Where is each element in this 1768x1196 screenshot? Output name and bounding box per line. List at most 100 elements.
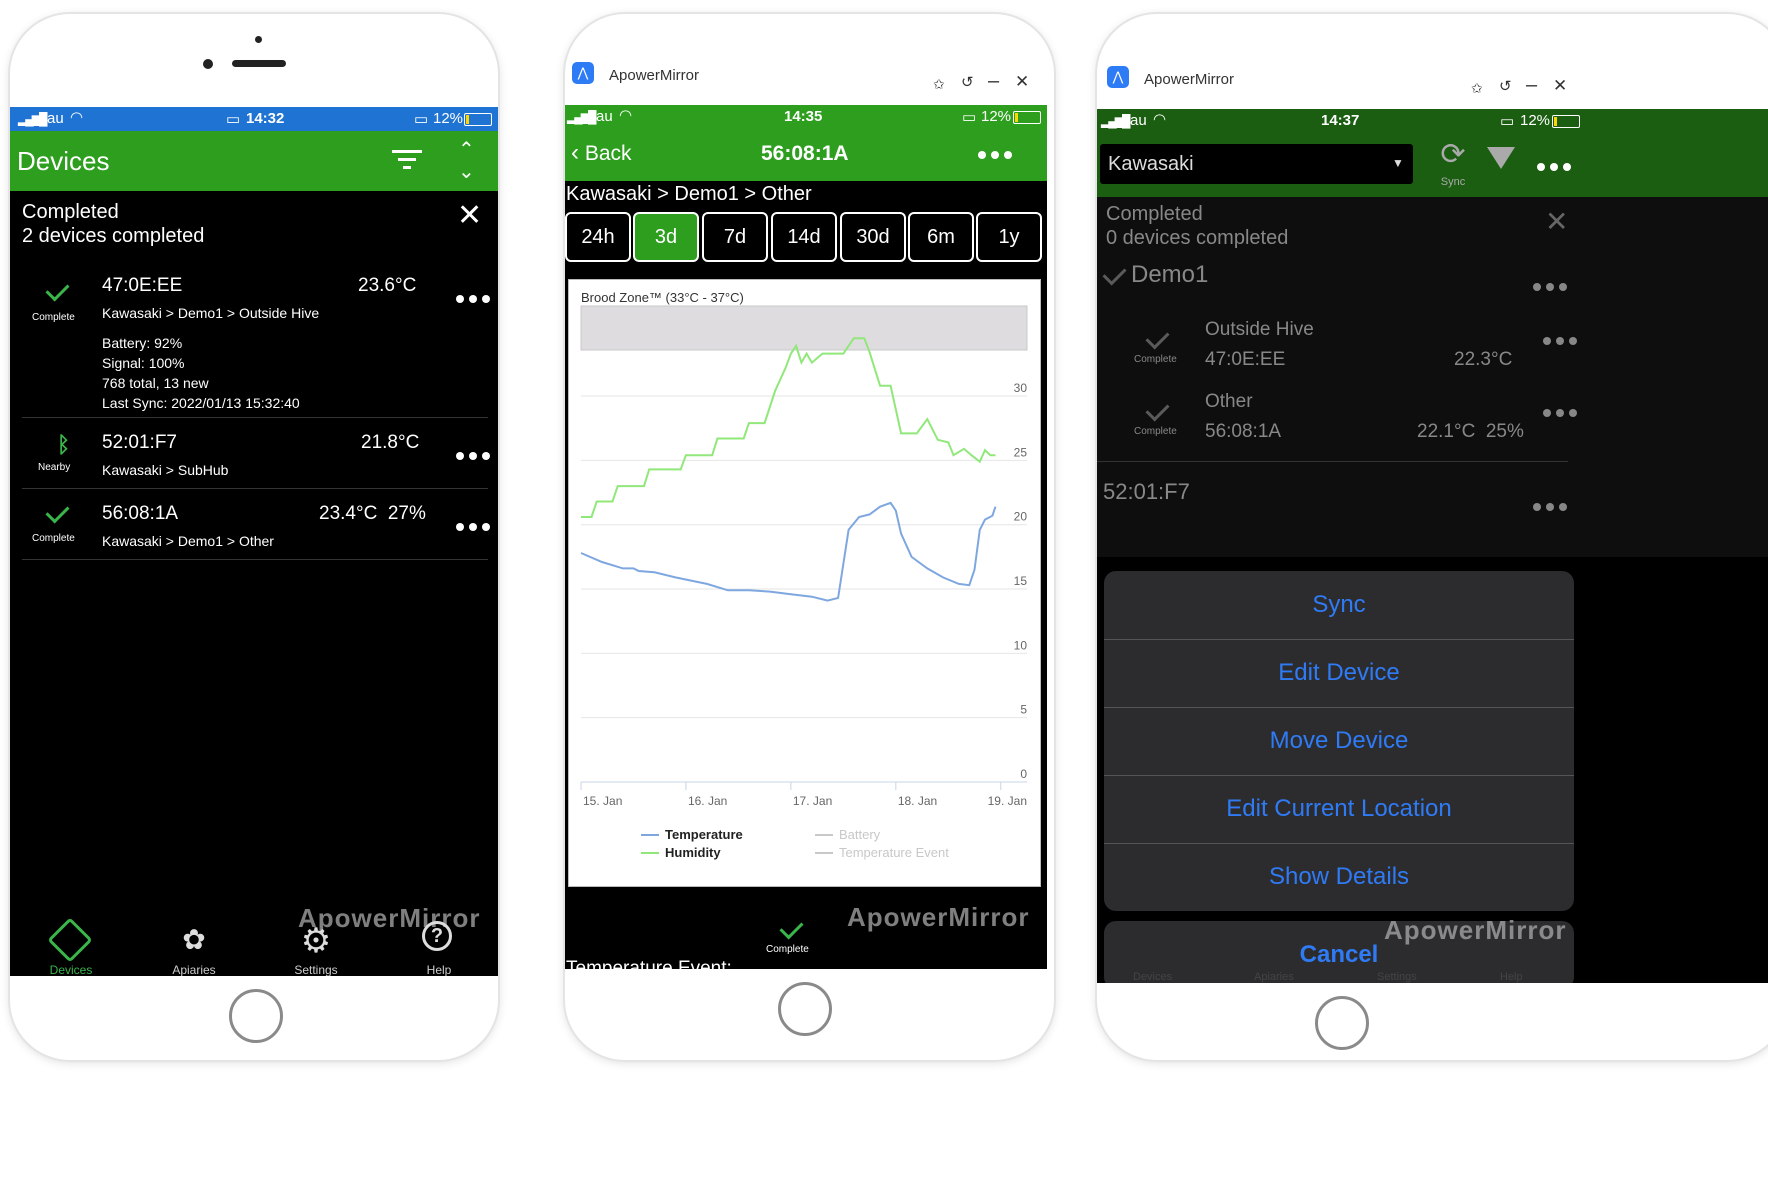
apiaries-icon: ✿ bbox=[182, 924, 206, 955]
sync-button[interactable]: ⟳ Sync bbox=[1433, 137, 1473, 193]
tab-settings[interactable]: ⚙ Settings bbox=[275, 919, 357, 976]
series-line-temperature bbox=[580, 501, 997, 602]
gear-icon: ⚙ bbox=[300, 922, 332, 960]
close-window-icon[interactable]: ✕ bbox=[1553, 76, 1567, 96]
location-select[interactable]: Kawasaki ▼ bbox=[1100, 144, 1413, 184]
check-icon bbox=[1145, 397, 1170, 422]
device-reading: 23.4°C 27% bbox=[319, 503, 426, 524]
tab-label: Help bbox=[1500, 971, 1523, 983]
clock: 14:37 bbox=[1321, 112, 1360, 129]
camera-dot bbox=[203, 59, 213, 69]
sort-icon[interactable]: ⌃ ⌄ bbox=[458, 139, 475, 183]
header-bar: Kawasaki ▼ ⟳ Sync bbox=[1097, 133, 1768, 197]
list-item[interactable]: ᛒ Nearby 52:01:F7 21.8°C Kawasaki > SubH… bbox=[22, 418, 490, 489]
check-icon bbox=[1102, 261, 1127, 286]
device-id: 47:0E:EE bbox=[1205, 349, 1286, 370]
chevron-down-icon: ▼ bbox=[1392, 156, 1404, 170]
watermark: ApowerMirror bbox=[1384, 915, 1567, 945]
device-reading: 22.1°C 25% bbox=[1417, 421, 1524, 442]
signal-icon: ▂▄▆█ bbox=[1101, 114, 1131, 128]
phone-device-chart: ⋀ ApowerMirror ✩ ↺ – ✕ ▂▄▆█ au ◠ 14:35 ▭… bbox=[565, 14, 1054, 1060]
range-tab-24h[interactable]: 24h bbox=[565, 212, 631, 262]
bluetooth-icon: ᛒ bbox=[57, 432, 71, 457]
more-icon[interactable] bbox=[1533, 283, 1567, 291]
minimize-icon[interactable]: – bbox=[988, 70, 999, 93]
range-tab-14d[interactable]: 14d bbox=[771, 212, 837, 262]
filter-icon[interactable] bbox=[1487, 147, 1515, 169]
banner-subtitle: 0 devices completed bbox=[1106, 227, 1289, 249]
action-label: Sync bbox=[1312, 591, 1366, 618]
range-tab-7d[interactable]: 7d bbox=[702, 212, 768, 262]
range-tab-30d[interactable]: 30d bbox=[840, 212, 906, 262]
close-window-icon[interactable]: ✕ bbox=[1015, 72, 1029, 92]
sensor-dot bbox=[255, 36, 262, 43]
more-icon[interactable] bbox=[1537, 163, 1571, 171]
back-label: Back bbox=[584, 142, 632, 165]
breadcrumb: Kawasaki > Demo1 > Other bbox=[566, 183, 812, 205]
status-label: Complete bbox=[1134, 354, 1177, 365]
phone-device-actions: ⋀ ApowerMirror ✩ ↺ – ✕ ▂▄▆█ au ◠ 14:37 ▭… bbox=[1097, 14, 1768, 1060]
list-item[interactable]: Complete 56:08:1A 23.4°C 27% Kawasaki > … bbox=[22, 489, 490, 560]
close-icon[interactable]: ✕ bbox=[1545, 205, 1568, 238]
more-icon[interactable] bbox=[1533, 503, 1567, 511]
tab-apiaries[interactable]: ✿ Apiaries bbox=[153, 919, 235, 976]
range-tab-6m[interactable]: 6m bbox=[908, 212, 974, 262]
nav-bar: ‹ Back 56:08:1A bbox=[565, 129, 1047, 181]
rotate-icon[interactable]: ↺ bbox=[961, 73, 974, 91]
apowermirror-logo-icon: ⋀ bbox=[572, 62, 594, 84]
ungrouped-device-id: 52:01:F7 bbox=[1103, 479, 1190, 504]
more-icon[interactable] bbox=[1543, 409, 1577, 417]
series-lines bbox=[580, 337, 997, 602]
pin-icon[interactable]: ✩ bbox=[933, 76, 945, 93]
range-tab-1y[interactable]: 1y bbox=[976, 212, 1042, 262]
back-button[interactable]: ‹ Back bbox=[571, 139, 632, 167]
phone-devices-list: ▂▄▆█ au ◠ ▭ 14:32 ▭ 12% Devices ⌃ ⌄ Compl… bbox=[10, 14, 498, 1060]
y-tick-label: 10 bbox=[1014, 638, 1028, 652]
more-icon[interactable] bbox=[456, 452, 490, 460]
mirror-titlebar: ⋀ ApowerMirror ✩ ↺ – ✕ bbox=[1097, 62, 1768, 110]
action-edit-device[interactable]: Edit Device bbox=[1104, 639, 1574, 708]
minimize-icon[interactable]: – bbox=[1526, 74, 1537, 97]
status-label: Nearby bbox=[38, 462, 71, 473]
list-item[interactable]: Complete Outside Hive 47:0E:EE 22.3°C bbox=[1097, 317, 1577, 389]
device-reading: 23.6°C bbox=[358, 275, 417, 296]
home-button[interactable] bbox=[778, 982, 832, 1036]
wifi-icon: ◠ bbox=[619, 107, 633, 124]
signal-icon: ▂▄▆█ bbox=[567, 110, 597, 124]
tab-help[interactable]: ? Help bbox=[398, 919, 480, 976]
action-show-details[interactable]: Show Details bbox=[1104, 843, 1574, 911]
more-icon[interactable] bbox=[978, 151, 1012, 159]
more-icon[interactable] bbox=[456, 523, 490, 531]
pin-icon[interactable]: ✩ bbox=[1471, 80, 1483, 97]
cancel-label: Cancel bbox=[1299, 941, 1379, 968]
legend-label: Temperature Event bbox=[839, 845, 949, 860]
range-label: 14d bbox=[787, 225, 821, 248]
legend: Temperature Humidity Battery Temperature Ev… bbox=[641, 827, 949, 860]
window-title: ApowerMirror bbox=[609, 67, 700, 84]
more-icon[interactable] bbox=[1543, 337, 1577, 345]
action-move-device[interactable]: Move Device bbox=[1104, 707, 1574, 776]
close-icon[interactable]: ✕ bbox=[457, 201, 482, 231]
more-icon[interactable] bbox=[456, 295, 490, 303]
action-sync[interactable]: Sync bbox=[1104, 571, 1574, 640]
range-tab-3d[interactable]: 3d bbox=[633, 212, 699, 262]
window-title: ApowerMirror bbox=[1144, 71, 1235, 88]
action-edit-current-location[interactable]: Edit Current Location bbox=[1104, 775, 1574, 844]
tab-devices[interactable]: Devices bbox=[30, 917, 112, 976]
rotate-icon[interactable]: ↺ bbox=[1499, 77, 1512, 95]
clock: 14:32 bbox=[246, 110, 285, 127]
home-button[interactable] bbox=[229, 989, 283, 1043]
apowermirror-logo-icon: ⋀ bbox=[1107, 66, 1129, 88]
list-item[interactable]: Complete Other 56:08:1A 22.1°C 25% bbox=[1097, 389, 1577, 462]
home-button[interactable] bbox=[1315, 996, 1369, 1050]
tab-label: Apiaries bbox=[1254, 971, 1294, 983]
tab-label: Devices bbox=[1133, 971, 1173, 983]
wifi-icon: ◠ bbox=[1153, 111, 1167, 128]
screen-mirror-icon: ▭ bbox=[1500, 113, 1515, 130]
tab-label: Devices bbox=[49, 963, 93, 976]
action-label: Show Details bbox=[1268, 863, 1410, 890]
speaker-slot bbox=[232, 60, 286, 67]
list-item[interactable]: Complete 47:0E:EE 23.6°C Kawasaki > Demo… bbox=[22, 257, 490, 418]
status-bar: ▂▄▆█ au ◠ 14:37 ▭ 12% bbox=[1097, 109, 1768, 133]
device-path: Kawasaki > Demo1 > Outside Hive bbox=[102, 305, 320, 321]
